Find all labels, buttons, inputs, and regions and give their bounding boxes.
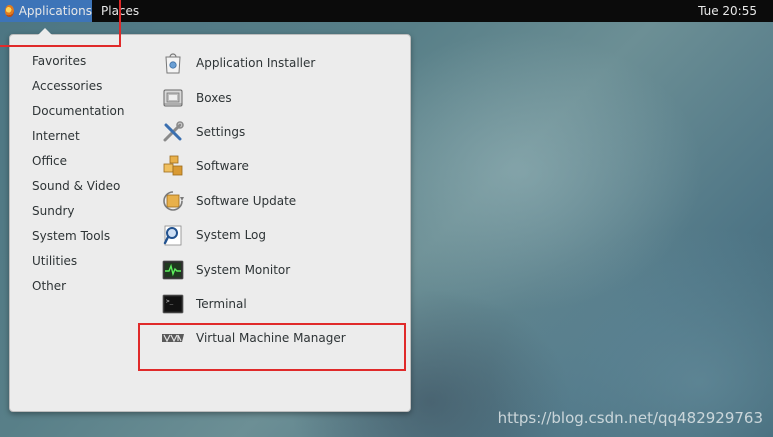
places-label: Places [101, 4, 140, 18]
app-label: Application Installer [196, 56, 316, 71]
software-update-icon [160, 188, 186, 214]
applications-label: Applications [18, 4, 92, 18]
app-system-monitor[interactable]: System Monitor [160, 252, 400, 286]
category-sundry[interactable]: Sundry [32, 199, 142, 224]
application-installer-icon [160, 50, 186, 76]
category-list: Favorites Accessories Documentation Inte… [32, 49, 142, 299]
category-system-tools[interactable]: System Tools [32, 224, 142, 249]
app-label: System Monitor [196, 262, 291, 277]
category-sound-video[interactable]: Sound & Video [32, 174, 142, 199]
clock[interactable]: Tue 20:55 [698, 0, 757, 22]
app-label: System Log [196, 228, 266, 243]
app-label: Terminal [196, 296, 247, 311]
system-log-icon [160, 222, 186, 248]
app-settings[interactable]: Settings [160, 115, 400, 149]
places-menu-button[interactable]: Places [101, 0, 139, 22]
software-icon [160, 153, 186, 179]
app-software-update[interactable]: Software Update [160, 184, 400, 218]
category-other[interactable]: Other [32, 274, 142, 299]
category-utilities[interactable]: Utilities [32, 249, 142, 274]
watermark: https://blog.csdn.net/qq482929763 [497, 409, 763, 427]
boxes-icon [160, 85, 186, 111]
app-terminal[interactable]: >_ Terminal [160, 287, 400, 321]
app-virtual-machine-manager[interactable]: Virtual Machine Manager [160, 321, 400, 355]
category-internet[interactable]: Internet [32, 124, 142, 149]
app-system-log[interactable]: System Log [160, 218, 400, 252]
app-label: Software [196, 159, 249, 174]
settings-icon [160, 119, 186, 145]
applications-menu-button[interactable]: Applications [0, 0, 92, 22]
virtual-machine-manager-icon [160, 325, 186, 351]
app-label: Software Update [196, 193, 297, 208]
category-favorites[interactable]: Favorites [32, 49, 142, 74]
app-label: Settings [196, 124, 246, 139]
app-software[interactable]: Software [160, 149, 400, 183]
top-bar: Applications Places Tue 20:55 [0, 0, 773, 22]
app-application-installer[interactable]: Application Installer [160, 46, 400, 80]
terminal-icon: >_ [160, 291, 186, 317]
category-accessories[interactable]: Accessories [32, 74, 142, 99]
app-label: Boxes [196, 90, 232, 105]
svg-text:>_: >_ [166, 298, 174, 305]
app-boxes[interactable]: Boxes [160, 80, 400, 114]
application-list: Application Installer Boxes Settings Sof… [160, 46, 400, 356]
category-documentation[interactable]: Documentation [32, 99, 142, 124]
category-office[interactable]: Office [32, 149, 142, 174]
system-monitor-icon [160, 257, 186, 283]
applications-menu-popup: Favorites Accessories Documentation Inte… [9, 28, 411, 412]
gnome-foot-icon [5, 5, 14, 17]
app-label: Virtual Machine Manager [196, 331, 346, 346]
